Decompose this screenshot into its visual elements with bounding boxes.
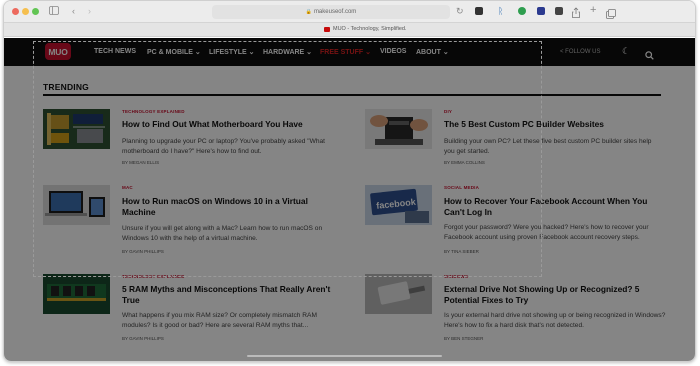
nav-hardware[interactable]: HARDWARE ⌄ (263, 48, 312, 56)
article-byline[interactable]: BY EMMA COLLINS (444, 160, 485, 165)
share-icon[interactable] (572, 5, 580, 23)
article-description: Unsure if you will get along with a Mac?… (122, 225, 323, 242)
extension-icon[interactable] (518, 7, 526, 15)
nav-tech-news[interactable]: TECH NEWS (94, 48, 136, 55)
new-tab-icon[interactable]: + (590, 5, 596, 16)
external-drive-thumbnail[interactable] (365, 274, 432, 314)
nav-pc-mobile[interactable]: PC & MOBILE ⌄ (147, 48, 201, 56)
address-bar-text: makeuseof.com (313, 9, 357, 15)
tab-bar: MUO - Technology, Simplified. (4, 23, 695, 37)
article-byline[interactable]: BY MEGAN ELLIS (122, 160, 159, 165)
article-description: Is your external hard drive not showing … (444, 312, 666, 329)
close-window-button[interactable] (12, 8, 19, 15)
article-title[interactable]: External Drive Not Showing Up or Recogni… (444, 284, 664, 306)
article-title[interactable]: 5 RAM Myths and Misconceptions That Real… (122, 284, 334, 306)
minimize-window-button[interactable] (22, 8, 29, 15)
muo-logo[interactable]: MUO (45, 43, 71, 60)
follow-us-button[interactable]: < FOLLOW US (560, 49, 601, 55)
article-category[interactable]: DIY (444, 109, 452, 114)
article-title[interactable]: How to Find Out What Motherboard You Hav… (122, 119, 337, 130)
article-category[interactable]: SOCIAL MEDIA (444, 185, 479, 190)
trending-heading: TRENDING (43, 82, 89, 92)
muo-favicon-icon (324, 26, 330, 32)
tab-title: MUO - Technology, Simplified. (333, 26, 407, 32)
article-title[interactable]: How to Recover Your Facebook Account Whe… (444, 196, 664, 218)
article-category[interactable]: MAC (122, 185, 133, 190)
article-title[interactable]: The 5 Best Custom PC Builder Websites (444, 119, 664, 130)
article-description: What happens if you mix RAM size? Or com… (122, 312, 317, 329)
moon-icon[interactable]: ☾ (622, 46, 630, 57)
lock-icon: 🔒 (305, 9, 312, 15)
forward-icon[interactable]: › (88, 6, 91, 16)
browser-tab[interactable]: MUO - Technology, Simplified. (324, 26, 406, 32)
sidebar-toggle-icon[interactable] (49, 6, 59, 17)
article-byline[interactable]: BY TINA SIEBER (444, 249, 479, 254)
follow-us-label: FOLLOW US (565, 49, 601, 55)
motherboard-thumbnail[interactable] (43, 109, 110, 149)
pc-builder-thumbnail[interactable] (365, 109, 432, 149)
address-bar[interactable]: 🔒 makeuseof.com (212, 5, 450, 19)
browser-window: ‹ › 🔒 makeuseof.com ↻ ᚱ + MUO - Technolo… (3, 0, 696, 362)
back-icon[interactable]: ‹ (72, 6, 75, 16)
article-description: Planning to upgrade your PC or laptop? Y… (122, 138, 326, 155)
macos-virtual-machine-thumbnail[interactable] (43, 185, 110, 225)
zoom-window-button[interactable] (32, 8, 39, 15)
browser-toolbar: ‹ › 🔒 makeuseof.com ↻ ᚱ + (4, 1, 695, 23)
extension-icon[interactable] (537, 7, 545, 15)
article-description: Building your own PC? Let these five bes… (444, 138, 652, 155)
article-category[interactable]: TECHNOLOGY EXPLAINED (122, 109, 185, 114)
extension-icon[interactable] (475, 7, 483, 15)
tab-overview-icon[interactable] (606, 6, 616, 24)
reload-icon[interactable]: ↻ (456, 6, 464, 16)
article-category[interactable]: TECHNOLOGY EXPLAINED (122, 274, 185, 279)
trending-divider (43, 94, 661, 96)
article-byline[interactable]: BY GAVIN PHILLIPS (122, 249, 164, 254)
extension-icon[interactable] (555, 7, 563, 15)
facebook-recovery-thumbnail[interactable]: facebook (365, 185, 432, 225)
article-description: Forgot your password? Were you hacked? H… (444, 224, 649, 241)
nav-free-stuff[interactable]: FREE STUFF ⌄ (320, 48, 371, 56)
nav-videos[interactable]: VIDEOS (380, 48, 406, 55)
nav-about[interactable]: ABOUT ⌄ (416, 48, 449, 56)
article-category[interactable]: WINDOWS (444, 274, 468, 279)
article-byline[interactable]: BY BEN STEGNER (444, 336, 483, 341)
article-byline[interactable]: BY GAVIN PHILLIPS (122, 336, 164, 341)
extension-icon[interactable]: ᚱ (498, 6, 503, 16)
ram-thumbnail[interactable] (43, 274, 110, 314)
article-title[interactable]: How to Run macOS on Windows 10 in a Virt… (122, 196, 332, 218)
horizontal-scrollbar[interactable] (247, 355, 442, 357)
search-icon[interactable] (645, 47, 654, 65)
nav-lifestyle[interactable]: LIFESTYLE ⌄ (209, 48, 255, 56)
